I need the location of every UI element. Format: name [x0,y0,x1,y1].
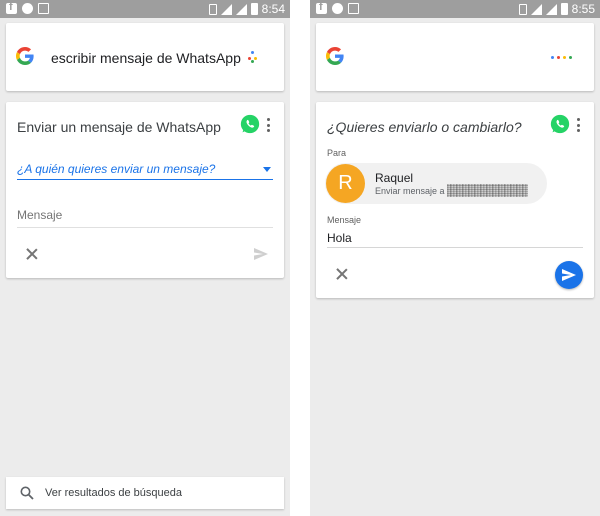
message-value: Hola [327,231,352,245]
battery-icon [250,3,258,15]
whatsapp-icon [550,114,570,134]
contact-chip[interactable]: R Raquel Enviar mensaje a [325,163,547,204]
message-label: Mensaje [327,215,362,225]
search-card[interactable] [316,23,594,91]
whatsapp-confirm-card: ¿Quieres enviarlo o cambiarlo? Para R Ra… [316,102,594,298]
wifi-icon [220,3,232,15]
contact-subtitle: Enviar mensaje a [375,183,528,197]
assistant-dots-icon[interactable] [551,56,572,59]
whatsapp-icon [240,114,260,134]
vibrate-icon [518,3,527,15]
search-query: escribir mensaje de WhatsApp [51,50,241,66]
facebook-notification-icon [6,1,17,14]
left-screen: 8:54 escribir mensaje de WhatsApp Enviar… [0,0,290,516]
vibrate-icon [208,3,217,15]
send-icon[interactable] [254,248,268,260]
send-icon [562,269,576,281]
facebook-notification-icon [316,1,327,14]
status-time: 8:55 [571,2,595,16]
chat-notification-icon [332,3,343,14]
image-notification-icon [348,3,359,14]
message-input[interactable]: Mensaje [17,206,273,228]
close-icon[interactable] [26,248,38,260]
close-icon[interactable] [336,268,348,280]
more-options-icon[interactable] [576,118,580,132]
search-results-bar[interactable]: Ver resultados de búsqueda [6,477,284,509]
search-results-label: Ver resultados de búsqueda [45,487,182,499]
wifi-icon [530,3,542,15]
dropdown-arrow-icon [263,167,271,172]
whatsapp-action-card: Enviar un mensaje de WhatsApp ¿A quién q… [6,102,284,278]
status-bar: 8:55 [310,0,600,18]
status-time: 8:54 [261,2,285,16]
chat-notification-icon [22,3,33,14]
recipient-dropdown[interactable]: ¿A quién quieres enviar un mensaje? [17,160,273,180]
signal-icon [545,3,557,15]
google-logo-icon [16,47,34,65]
recipient-prompt: ¿A quién quieres enviar un mensaje? [17,162,216,176]
image-notification-icon [38,3,49,14]
signal-icon [235,3,247,15]
message-placeholder: Mensaje [17,208,63,222]
battery-icon [560,3,568,15]
google-logo-icon [326,47,344,65]
contact-subtitle-text: Enviar mensaje a [375,186,445,196]
card-title: ¿Quieres enviarlo o cambiarlo? [327,119,522,135]
avatar: R [326,164,365,203]
right-screen: 8:55 ¿Quieres enviarlo o cambiarlo? Para… [310,0,600,516]
to-label: Para [327,148,347,158]
more-options-icon[interactable] [266,118,270,132]
status-bar: 8:54 [0,0,290,18]
contact-name: Raquel [375,171,414,185]
send-button[interactable] [555,261,583,289]
card-title: Enviar un mensaje de WhatsApp [17,119,221,135]
message-input[interactable]: Hola [327,228,583,248]
search-card[interactable]: escribir mensaje de WhatsApp [6,23,284,91]
search-icon [20,486,34,500]
assistant-dots-icon[interactable] [248,51,258,63]
redacted-phone-number [446,183,528,197]
